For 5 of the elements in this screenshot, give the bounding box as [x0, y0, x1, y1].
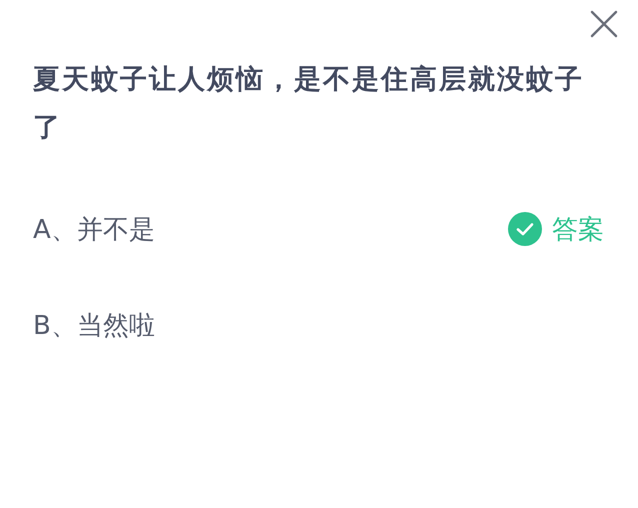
question-text: 夏天蚊子让人烦恼，是不是住高层就没蚊子了 — [33, 63, 585, 145]
option-text[interactable]: A、并不是 — [33, 212, 155, 246]
option-text[interactable]: B、当然啦 — [33, 308, 155, 342]
close-icon[interactable] — [590, 10, 618, 38]
answer-label: 答案 — [552, 214, 604, 246]
